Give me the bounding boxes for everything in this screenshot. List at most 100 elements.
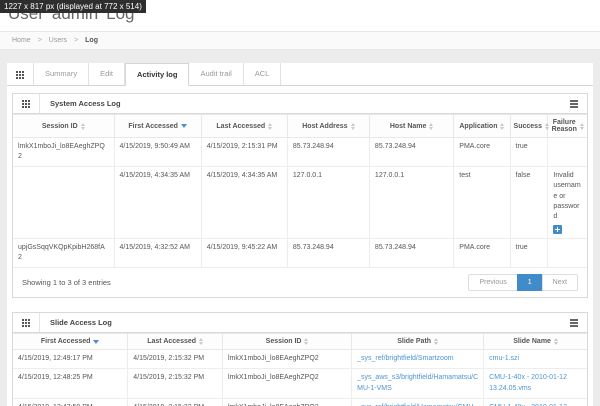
table-row: 4/15/2019, 4:34:35 AM 4/15/2019, 4:34:35… xyxy=(13,166,587,239)
chevron-right-icon: > xyxy=(74,37,79,44)
tabbar-grid-cell xyxy=(7,63,34,85)
col-last-accessed[interactable]: Last Accessed xyxy=(200,114,288,138)
col-label: Success xyxy=(513,122,542,130)
cell-success: true xyxy=(509,136,549,168)
tab-activity-log[interactable]: Activity log xyxy=(125,63,190,86)
cell-session-id: lmkX1mboJi_lo8EAeghZPQ2 xyxy=(221,349,353,370)
table-row: 4/15/2019, 12:47:59 PM 4/15/2019, 2:15:3… xyxy=(13,397,587,406)
system-header-row: Session ID First Accessed Last Accessed … xyxy=(13,114,587,138)
col-label: Session ID xyxy=(41,122,78,130)
col-success[interactable]: Success xyxy=(509,114,549,138)
col-label: Application xyxy=(459,122,498,130)
cell-success: false xyxy=(509,166,549,239)
grid-icon xyxy=(22,319,30,327)
cell-last-accessed: 4/15/2019, 2:15:32 PM xyxy=(127,397,223,406)
system-panel-title: System Access Log xyxy=(50,99,121,108)
col-host-address[interactable]: Host Address xyxy=(286,114,370,138)
size-overlay: 1227 x 817 px (displayed at 772 x 514) xyxy=(0,0,146,13)
sort-icon xyxy=(553,338,558,346)
cell-session-id xyxy=(13,166,115,239)
col-label: Host Address xyxy=(302,122,348,130)
cell-host-name: 85.73.248.94 xyxy=(368,237,455,269)
cell-failure-reason: Invalid username or password xyxy=(547,166,587,239)
col-label: First Accessed xyxy=(128,122,178,130)
grid-icon xyxy=(22,100,30,108)
slide-access-log-table: First Accessed Last Accessed Session ID … xyxy=(13,333,587,406)
cell-slide-name: CMU-1-40x - 2010-01-12 13.24.05.vms xyxy=(483,397,587,406)
col-first-accessed[interactable]: First Accessed xyxy=(113,114,202,138)
col-slide-name[interactable]: Slide Name xyxy=(483,333,587,351)
cell-last-accessed: 4/15/2019, 2:15:32 PM xyxy=(127,349,223,370)
col-label: First Accessed xyxy=(40,338,91,346)
col-session-id[interactable]: Session ID xyxy=(221,333,353,351)
cell-host-name: 85.73.248.94 xyxy=(368,136,455,168)
slide-name-link[interactable]: CMU-1-40x - 2010-01-12 13.24.05.vms xyxy=(489,374,567,391)
col-session-id[interactable]: Session ID xyxy=(13,114,115,138)
col-label: Session ID xyxy=(265,338,302,346)
entries-summary: Showing 1 to 3 of 3 entries xyxy=(22,278,111,288)
cell-slide-path: _sys_aws_s3/brightfield/Hamamatsu/CMU-1-… xyxy=(351,368,485,399)
main-area: Summary Edit Activity log Audit trail AC… xyxy=(0,50,600,406)
slide-name-link[interactable]: cmu-1.szi xyxy=(489,355,519,362)
expand-plus-icon[interactable] xyxy=(553,224,563,234)
sort-icon xyxy=(429,122,434,130)
cell-first-accessed: 4/15/2019, 4:34:35 AM xyxy=(113,166,202,239)
panel-menu-button[interactable] xyxy=(561,313,587,332)
chevron-right-icon: > xyxy=(37,37,42,44)
failure-reason-text: Invalid username or password xyxy=(553,172,581,220)
tab-summary[interactable]: Summary xyxy=(34,63,90,85)
col-last-accessed[interactable]: Last Accessed xyxy=(127,333,223,351)
tab-audit-trail[interactable]: Audit trail xyxy=(189,63,244,85)
slide-panel-title: Slide Access Log xyxy=(50,318,112,328)
pagination: Previous 1 Next xyxy=(468,274,578,292)
slide-path-link[interactable]: _sys_aws_s3/brightfield/Hamamatsu/CMU-1-… xyxy=(357,374,478,391)
cell-first-accessed: 4/15/2019, 12:47:59 PM xyxy=(13,397,129,406)
cell-slide-name: CMU-1-40x - 2010-01-12 13.24.05.vms xyxy=(483,368,587,399)
col-host-name[interactable]: Host Name xyxy=(368,114,455,138)
cell-application: PMA.core xyxy=(453,237,511,269)
next-button[interactable]: Next xyxy=(541,274,578,292)
tab-edit[interactable]: Edit xyxy=(89,63,126,85)
cell-session-id: upjGsSqqVKQpKpibH268fA2 xyxy=(13,237,115,269)
slide-access-log-panel: Slide Access Log First Accessed Last Acc… xyxy=(12,312,588,406)
sort-icon xyxy=(304,338,309,346)
panel-menu-button[interactable] xyxy=(561,94,587,113)
cell-last-accessed: 4/15/2019, 2:15:31 PM xyxy=(200,136,288,168)
cell-first-accessed: 4/15/2019, 4:32:52 AM xyxy=(113,237,202,269)
slide-panel-header: Slide Access Log xyxy=(13,313,587,334)
cell-session-id: lmkX1mboJi_lo8EAeghZPQ2 xyxy=(221,397,353,406)
sort-icon xyxy=(500,122,505,130)
tab-acl[interactable]: ACL xyxy=(243,63,282,85)
col-application[interactable]: Application xyxy=(453,114,511,138)
slide-header-row: First Accessed Last Accessed Session ID … xyxy=(13,333,587,351)
slide-path-link[interactable]: _sys_ref/brightfield/Smartzoom xyxy=(357,355,453,362)
grid-icon xyxy=(16,71,24,79)
menu-icon xyxy=(570,100,578,108)
col-label: Failure Reason xyxy=(551,119,577,133)
breadcrumb-users[interactable]: Users xyxy=(49,37,67,44)
col-slide-path[interactable]: Slide Path xyxy=(351,333,485,351)
col-failure-reason[interactable]: Failure Reason xyxy=(547,114,587,138)
table-row: 4/15/2019, 12:49:17 PM 4/15/2019, 2:15:3… xyxy=(13,349,587,370)
cell-slide-name: cmu-1.szi xyxy=(483,349,587,370)
sort-icon xyxy=(434,338,439,346)
cell-last-accessed: 4/15/2019, 4:34:35 AM xyxy=(200,166,288,239)
table-row: lmkX1mboJi_lo8EAeghZPQ2 4/15/2019, 9:50:… xyxy=(13,136,587,168)
cell-slide-path: _sys_ref/brightfield/Hamamatsu/CMU-1-VMS xyxy=(351,397,485,406)
cell-host-address: 127.0.0.1 xyxy=(286,166,370,239)
sort-icon xyxy=(350,122,355,130)
cell-failure-reason xyxy=(547,237,587,269)
cell-session-id: lmkX1mboJi_lo8EAeghZPQ2 xyxy=(13,136,115,168)
previous-button[interactable]: Previous xyxy=(468,274,518,292)
sort-icon xyxy=(80,122,85,130)
col-first-accessed[interactable]: First Accessed xyxy=(13,333,129,351)
system-panel-footer: Showing 1 to 3 of 3 entries Previous 1 N… xyxy=(13,268,587,297)
breadcrumb-home[interactable]: Home xyxy=(12,37,31,44)
cell-host-address: 85.73.248.94 xyxy=(286,237,370,269)
breadcrumb-log: Log xyxy=(85,37,98,44)
table-row: 4/15/2019, 12:48:25 PM 4/15/2019, 2:15:3… xyxy=(13,368,587,399)
sort-desc-icon xyxy=(93,339,100,344)
sort-icon xyxy=(268,122,273,130)
cell-host-name: 127.0.0.1 xyxy=(368,166,455,239)
page-1-button[interactable]: 1 xyxy=(516,274,543,292)
